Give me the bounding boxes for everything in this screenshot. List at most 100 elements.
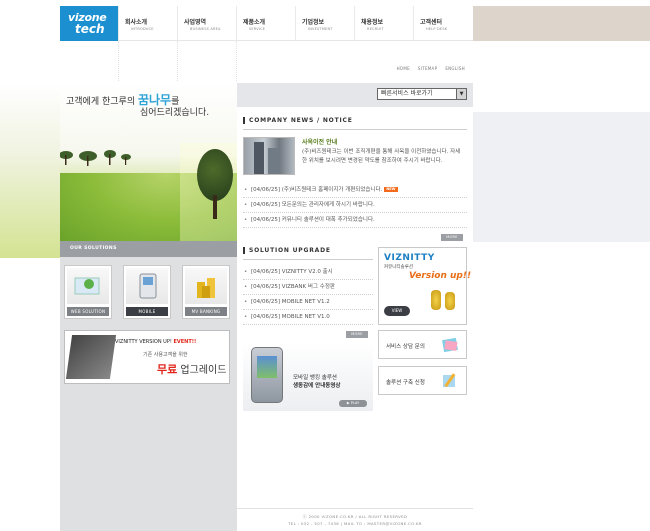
sitemap-link[interactable]: SITEMAP (418, 66, 437, 71)
news-headline[interactable]: 사옥이전 안내 (302, 137, 337, 146)
list-item[interactable]: [04/06/25] MOBILE NET V1.2 (243, 295, 373, 310)
list-item[interactable]: [04/06/25] 커뮤니티 솔루션이 대폭 추가되었습니다. (243, 213, 467, 228)
home-link[interactable]: HOME (397, 66, 410, 71)
nav-sub-label: INVESTMENT (308, 27, 333, 31)
news-title: COMPANY NEWS / NOTICE (243, 117, 353, 124)
viznitty-sub: 커뮤니티솔루션 (384, 265, 413, 270)
solutions-title: OUR SOLUTIONS (70, 246, 117, 251)
news-more-button[interactable]: MORE (441, 234, 463, 241)
logo[interactable]: vizone tech (60, 6, 118, 41)
nav-service[interactable]: 제품소개 SERVICE (236, 6, 294, 41)
solutions-title-bar: OUR SOLUTIONS (60, 241, 237, 257)
news-item-text: [04/06/25] 커뮤니티 솔루션이 대폭 추가되었습니다. (251, 217, 375, 223)
phone-icon (139, 273, 157, 299)
building-photo (243, 137, 295, 175)
utility-links: HOME SITEMAP ENGLISH (397, 66, 465, 71)
play-button[interactable]: ▶ PLAY (339, 400, 367, 407)
pda-device-icon (251, 347, 283, 403)
logo-text-2: tech (75, 22, 105, 36)
divider (236, 41, 237, 81)
contact-info: TEL : 032 - 507 - 7436 | MAIL TO : MASTE… (288, 521, 422, 526)
right-mid-band (473, 112, 650, 242)
footer: ⓒ 2000 VIZONE.CO.KR / ALL RIGHT RESERVED… (237, 508, 473, 531)
left-green-band (0, 84, 60, 258)
view-button[interactable]: VIEW (384, 306, 410, 316)
divider (118, 41, 119, 81)
upgrade-list: [04/06/25] VIZNITTY V2.0 출시 [04/06/25] V… (243, 265, 373, 325)
upgrade-title: SOLUTION UPGRADE (243, 247, 331, 254)
event-banner[interactable]: VIZNITTY VERSION UP! EVENT!! 기존 사용고객을 위한… (64, 330, 230, 384)
nav-introduce[interactable]: 회사소개 INTRODUCE (118, 6, 176, 41)
nav-sub-label: RECRUIT (367, 27, 384, 31)
left-panel: OUR SOLUTIONS WEB SOLUTION MOBILE MV BAN… (60, 241, 237, 531)
nav-label: 채용정보 (361, 19, 384, 26)
divider (243, 129, 467, 130)
divider (243, 259, 373, 260)
main-visual: 고객에게 한그루의 꿈나무를 심어드리겠습니다. (60, 83, 237, 241)
tree-trunk (213, 195, 217, 219)
solution-label: WEB SOLUTION (67, 307, 109, 316)
event-line-1-pre: VIZNITTY VERSION UP! (115, 339, 174, 345)
apply-label: 솔루션 구축 신청 (386, 380, 425, 386)
copyright: ⓒ 2000 VIZONE.CO.KR / ALL RIGHT RESERVED (302, 514, 408, 519)
upgrade-item-text: [04/06/25] MOBILE NET V1.0 (251, 314, 330, 320)
nav-investment[interactable]: 기업정보 INVESTMENT (295, 6, 353, 41)
coins-icon (197, 278, 215, 298)
news-item-text: [04/06/25] 모든문의는 관리자에게 하시기 바랍니다. (251, 202, 375, 208)
pda-banner[interactable]: 모바일 뱅킹 솔루션 생동감에 안내동영상 ▶ PLAY (243, 343, 373, 411)
quick-bar: 빠른서비스 바로가기 ▼ (237, 83, 473, 107)
event-free: 무료 (157, 363, 178, 376)
sub-bar: HOME SITEMAP ENGLISH (60, 41, 473, 83)
nav-helpdesk[interactable]: 고객센터 HELP DESK (413, 6, 471, 41)
pda-screen (257, 356, 277, 378)
apply-button[interactable]: 솔루션 구축 신청 (378, 366, 467, 395)
nav-sub-label: BUSINESS AREA (190, 27, 221, 31)
viznitty-logo: VIZNITTY (384, 253, 435, 263)
quick-service-select[interactable]: 빠른서비스 바로가기 ▼ (377, 88, 467, 100)
nav-label: 제품소개 (243, 19, 266, 26)
nav-label: 고객센터 (420, 19, 443, 26)
figure-icon (431, 290, 441, 310)
right-top-band (473, 6, 650, 41)
building-shape (268, 148, 280, 174)
pencil-icon (443, 373, 456, 388)
event-line-2: 기존 사용고객을 위한 (143, 352, 188, 358)
english-link[interactable]: ENGLISH (445, 66, 465, 71)
banking-image (185, 268, 227, 304)
consult-label: 서비스 상담 문의 (386, 344, 425, 350)
global-nav: 회사소개 INTRODUCE 사업영역 BUSINESS AREA 제품소개 S… (118, 6, 473, 41)
list-item[interactable]: [04/06/25] MOBILE NET V1.0 (243, 310, 373, 325)
event-line-1-accent: EVENT!! (173, 339, 197, 345)
viznitty-banner[interactable]: VIZNITTY 커뮤니티솔루션 Version up!! VIEW (378, 247, 471, 325)
tree-icon (197, 149, 233, 201)
list-item[interactable]: [04/06/25] VIZNITTY V2.0 출시 (243, 265, 373, 280)
divider (177, 41, 178, 81)
solution-banking[interactable]: MV BANKING (182, 265, 230, 319)
nav-recruit[interactable]: 채용정보 RECRUIT (354, 6, 412, 41)
solution-web[interactable]: WEB SOLUTION (64, 265, 112, 319)
nav-business[interactable]: 사업영역 BUSINESS AREA (177, 6, 235, 41)
consult-button[interactable]: 서비스 상담 문의 (378, 330, 467, 359)
nav-sub-label: INTRODUCE (131, 27, 154, 31)
pda-line-2: 생동감에 안내동영상 (293, 383, 341, 389)
event-line-1: VIZNITTY VERSION UP! EVENT!! (115, 339, 196, 345)
news-list: [04/06/25] (주)비즈원테크 홈페이지가 개편되었습니다.NEW [0… (243, 183, 467, 228)
solution-label: MOBILE (126, 307, 168, 316)
notepad-icon (442, 337, 458, 353)
slogan-pre: 고객에게 한그루의 (66, 97, 138, 107)
list-item[interactable]: [04/06/25] (주)비즈원테크 홈페이지가 개편되었습니다.NEW (243, 183, 467, 198)
news-item-text: [04/06/25] (주)비즈원테크 홈페이지가 개편되었습니다. (251, 187, 383, 193)
web-solution-image (67, 268, 109, 304)
solution-mobile[interactable]: MOBILE (123, 265, 171, 319)
list-item[interactable]: [04/06/25] 모든문의는 관리자에게 하시기 바랍니다. (243, 198, 467, 213)
building-shape (254, 142, 264, 174)
monitor-icon (74, 277, 100, 295)
clipboard-icon (65, 335, 117, 379)
quick-service-label: 빠른서비스 바로가기 (381, 90, 433, 97)
new-badge: NEW (384, 187, 398, 192)
list-item[interactable]: [04/06/25] VIZBANK 버그 수정판 (243, 280, 373, 295)
figure-icon (445, 292, 455, 310)
chevron-down-icon: ▼ (456, 89, 466, 99)
upgrade-more-button[interactable]: MORE (346, 331, 368, 338)
upgrade-item-text: [04/06/25] VIZNITTY V2.0 출시 (251, 269, 333, 275)
